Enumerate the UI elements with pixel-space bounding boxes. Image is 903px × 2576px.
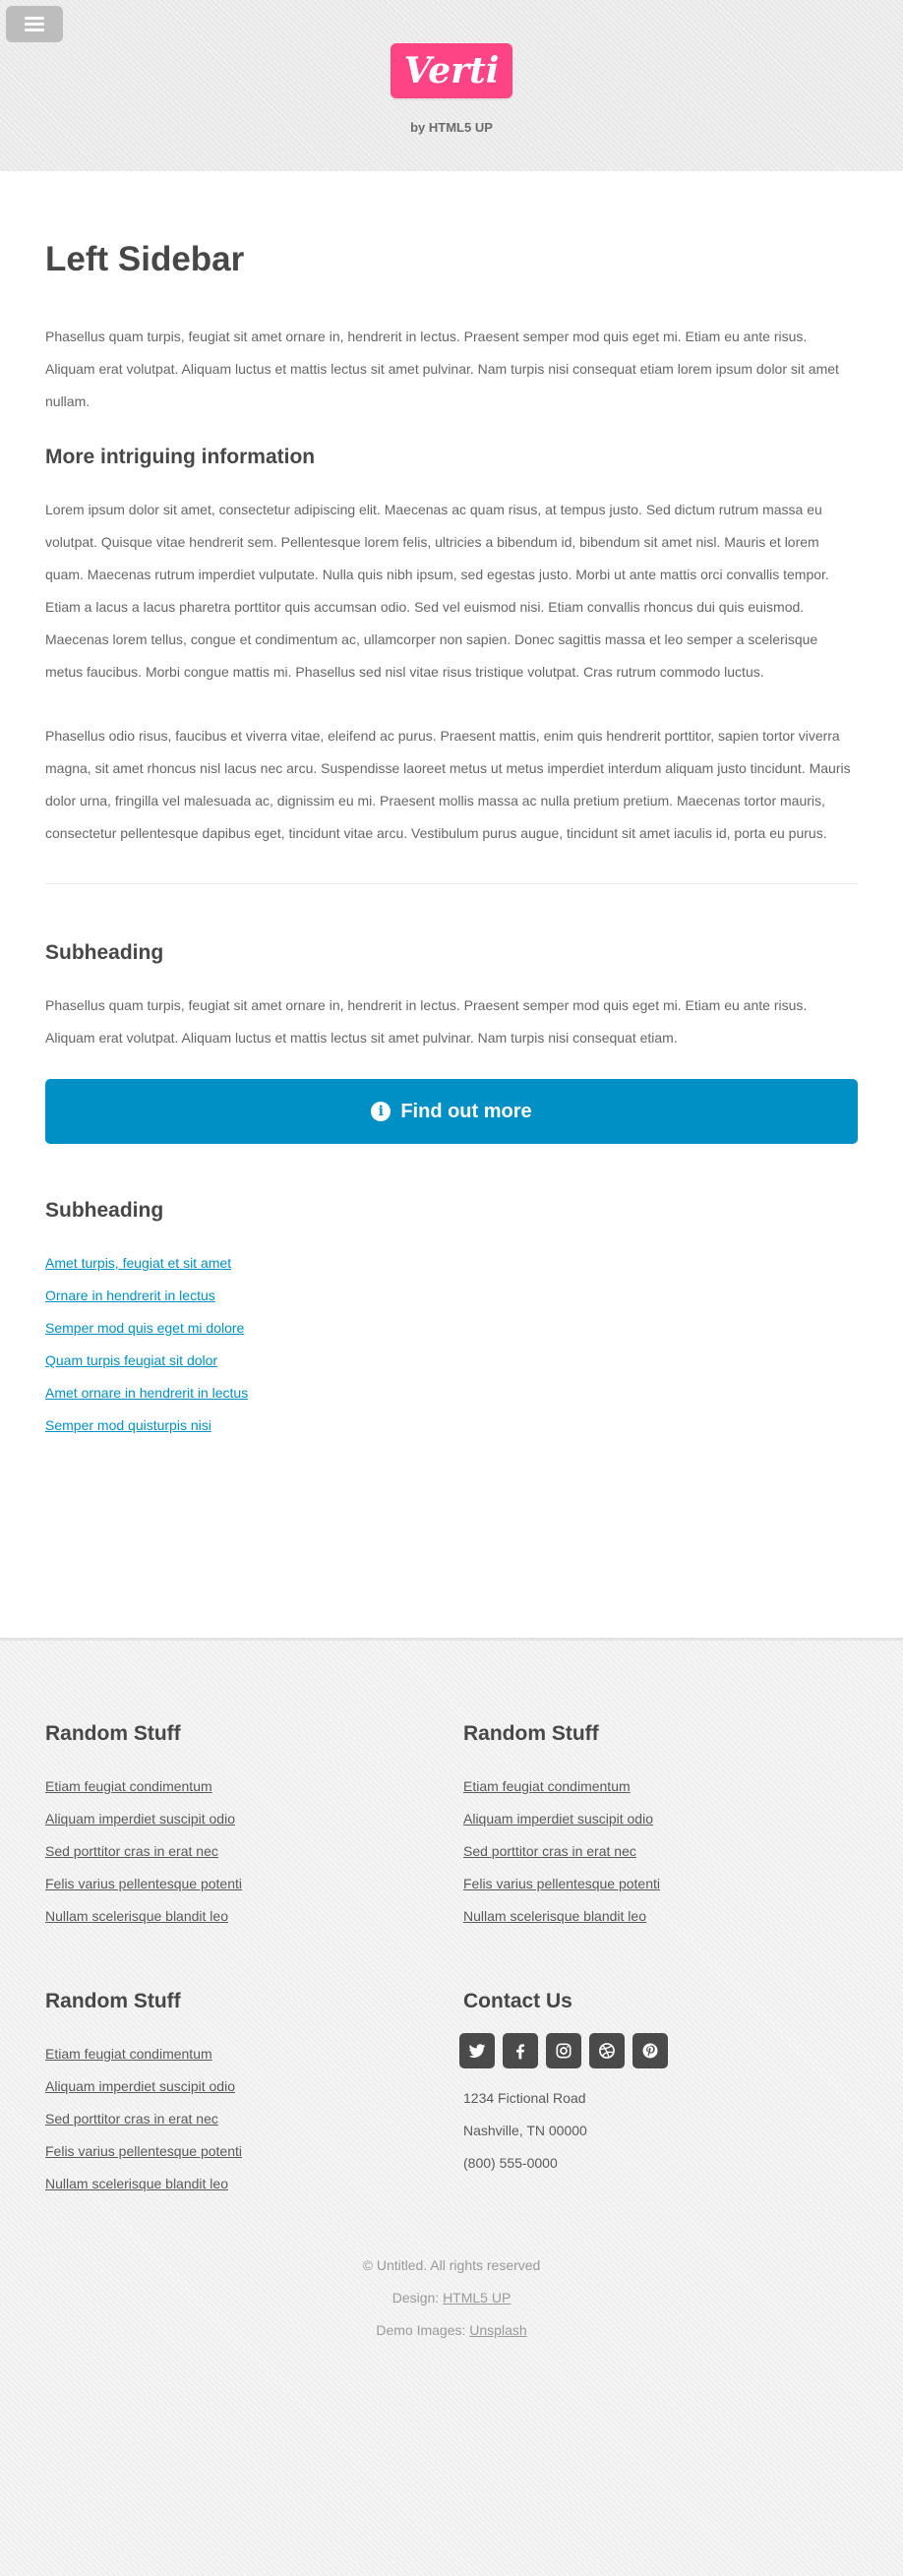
intro-paragraph: Phasellus quam turpis, feugiat sit amet … bbox=[45, 329, 839, 409]
footer-link[interactable]: Aliquam imperdiet suscipit odio bbox=[45, 1811, 235, 1827]
sidebar-link[interactable]: Semper mod quis eget mi dolore bbox=[45, 1320, 244, 1336]
dribbble-icon[interactable] bbox=[589, 2033, 625, 2068]
list-item: Ornare in hendrerit in lectus bbox=[45, 1280, 858, 1312]
copyright-block: © Untitled. All rights reserved Design: … bbox=[45, 2249, 858, 2347]
sidebar-link-list: Amet turpis, feugiat et sit amet Ornare … bbox=[45, 1247, 858, 1442]
contact-address-line-1: 1234 Fictional Road bbox=[463, 2090, 586, 2106]
footer-link[interactable]: Etiam feugiat condimentum bbox=[45, 1778, 212, 1794]
footer-heading: Random Stuff bbox=[463, 1722, 599, 1745]
find-out-more-button[interactable]: i Find out more bbox=[45, 1079, 858, 1144]
social-icons bbox=[459, 2033, 857, 2068]
hamburger-icon bbox=[25, 14, 44, 34]
footer-link[interactable]: Etiam feugiat condimentum bbox=[463, 1778, 631, 1794]
contact-address-line-2: Nashville, TN 00000 bbox=[463, 2123, 587, 2138]
footer-link[interactable]: Sed porttitor cras in erat nec bbox=[45, 1843, 218, 1859]
design-credit: Design: HTML5 UP bbox=[45, 2282, 858, 2314]
list-item: Amet turpis, feugiat et sit amet bbox=[45, 1247, 858, 1280]
page-title: Left Sidebar bbox=[45, 240, 245, 278]
footer-link[interactable]: Sed porttitor cras in erat nec bbox=[45, 2111, 218, 2127]
footer-column-2: Random Stuff Etiam feugiat condimentum A… bbox=[463, 1722, 857, 1933]
footer-column-3: Random Stuff Etiam feugiat condimentum A… bbox=[45, 1990, 463, 2200]
sidebar-link[interactable]: Semper mod quisturpis nisi bbox=[45, 1417, 211, 1433]
instagram-icon[interactable] bbox=[546, 2033, 581, 2068]
info-icon: i bbox=[371, 1102, 391, 1121]
page-footer: Random Stuff Etiam feugiat condimentum A… bbox=[0, 1641, 903, 2576]
page-header: Verti by HTML5 UP bbox=[0, 0, 903, 171]
copyright-text: © Untitled. All rights reserved bbox=[362, 2257, 541, 2273]
footer-link[interactable]: Etiam feugiat condimentum bbox=[45, 2046, 212, 2062]
site-logo[interactable]: Verti bbox=[391, 43, 512, 98]
design-label: Design: bbox=[391, 2290, 440, 2306]
footer-link[interactable]: Nullam scelerisque blandit leo bbox=[45, 1908, 228, 1924]
sidebar-link[interactable]: Amet turpis, feugiat et sit amet bbox=[45, 1255, 231, 1271]
footer-column-1: Random Stuff Etiam feugiat condimentum A… bbox=[45, 1722, 463, 1933]
design-link[interactable]: HTML5 UP bbox=[443, 2290, 511, 2306]
body-paragraph-2: Phasellus odio risus, faucibus et viverr… bbox=[45, 728, 851, 841]
facebook-icon[interactable] bbox=[503, 2033, 538, 2068]
footer-link[interactable]: Felis varius pellentesque potenti bbox=[45, 2143, 242, 2159]
find-out-more-label: Find out more bbox=[400, 1100, 532, 1122]
list-item: Amet ornare in hendrerit in lectus bbox=[45, 1377, 858, 1409]
sidebar-subheading-2: Subheading bbox=[45, 1199, 164, 1222]
divider bbox=[45, 883, 858, 884]
footer-link[interactable]: Sed porttitor cras in erat nec bbox=[463, 1843, 636, 1859]
footer-link[interactable]: Felis varius pellentesque potenti bbox=[45, 1876, 242, 1891]
list-item: Semper mod quis eget mi dolore bbox=[45, 1312, 858, 1345]
sidebar-subheading-1: Subheading bbox=[45, 941, 164, 964]
footer-heading: Random Stuff bbox=[45, 1722, 181, 1745]
list-item: Semper mod quisturpis nisi bbox=[45, 1409, 858, 1442]
pinterest-icon[interactable] bbox=[632, 2033, 668, 2068]
footer-contact: Contact Us 1234 Fictional Road Nashville… bbox=[459, 1990, 857, 2200]
list-item: Quam turpis feugiat sit dolor bbox=[45, 1345, 858, 1377]
site-tagline: by HTML5 UP bbox=[410, 120, 493, 135]
footer-link[interactable]: Felis varius pellentesque potenti bbox=[463, 1876, 660, 1891]
footer-link[interactable]: Nullam scelerisque blandit leo bbox=[45, 2176, 228, 2191]
footer-link[interactable]: Aliquam imperdiet suscipit odio bbox=[463, 1811, 653, 1827]
menu-toggle-button[interactable] bbox=[6, 6, 63, 42]
body-paragraph-1: Lorem ipsum dolor sit amet, consectetur … bbox=[45, 502, 829, 680]
main-content: Left Sidebar Phasellus quam turpis, feug… bbox=[0, 171, 903, 1641]
sidebar-link[interactable]: Ornare in hendrerit in lectus bbox=[45, 1288, 215, 1303]
sidebar-link[interactable]: Quam turpis feugiat sit dolor bbox=[45, 1352, 217, 1368]
images-credit: Demo Images: Unsplash bbox=[45, 2314, 858, 2347]
contact-phone: (800) 555-0000 bbox=[463, 2155, 558, 2171]
sidebar-link[interactable]: Amet ornare in hendrerit in lectus bbox=[45, 1385, 248, 1401]
twitter-icon[interactable] bbox=[459, 2033, 495, 2068]
footer-link[interactable]: Nullam scelerisque blandit leo bbox=[463, 1908, 646, 1924]
sidebar-text: Phasellus quam turpis, feugiat sit amet … bbox=[45, 997, 808, 1046]
section-heading: More intriguing information bbox=[45, 446, 316, 468]
contact-heading: Contact Us bbox=[463, 1990, 572, 2012]
footer-heading: Random Stuff bbox=[45, 1990, 181, 2012]
images-link[interactable]: Unsplash bbox=[469, 2322, 526, 2338]
images-label: Demo Images: bbox=[376, 2322, 466, 2338]
footer-link[interactable]: Aliquam imperdiet suscipit odio bbox=[45, 2078, 235, 2094]
